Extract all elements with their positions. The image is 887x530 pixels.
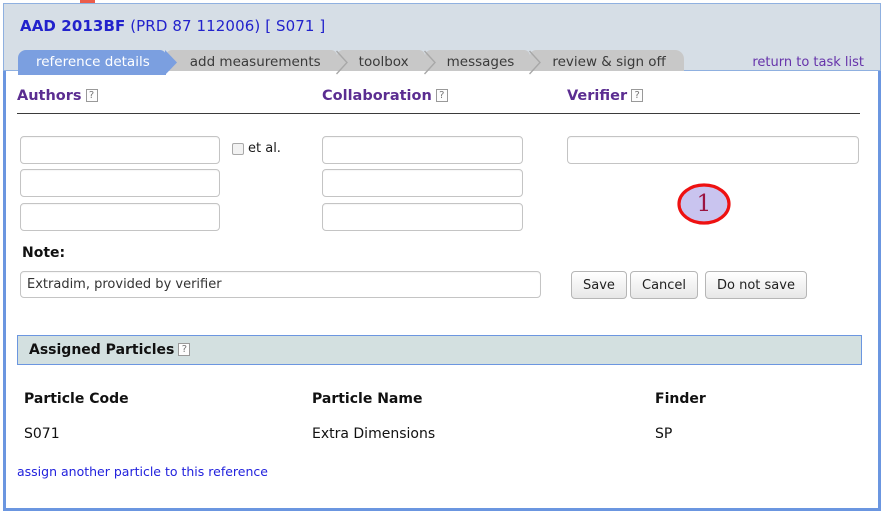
annotation-callout-1: 1 — [676, 182, 732, 226]
collaboration-input-2[interactable] — [322, 169, 523, 197]
column-header-particle-code: Particle Code — [24, 391, 129, 407]
chevron-right-icon — [164, 50, 177, 75]
verifier-input[interactable] — [567, 136, 859, 164]
tab-messages-label: messages — [446, 54, 515, 70]
save-button[interactable]: Save — [571, 271, 627, 299]
tab-reference-details-label: reference details — [36, 54, 150, 70]
verifier-heading-label: Verifier — [567, 88, 628, 104]
tab-toolbox-label: toolbox — [358, 54, 409, 70]
et-al-label: et al. — [248, 141, 281, 156]
headings-divider — [17, 113, 860, 114]
chevron-right-icon — [529, 50, 542, 75]
collaboration-input-3[interactable] — [322, 203, 523, 231]
reference-journal: (PRD 87 112006) — [130, 17, 261, 35]
note-input[interactable] — [20, 271, 541, 298]
table-row-cell-particle-code: S071 — [24, 426, 60, 442]
authors-heading: Authors? — [17, 88, 98, 104]
do-not-save-button[interactable]: Do not save — [705, 271, 807, 299]
tab-reference-details[interactable]: reference details — [18, 50, 177, 75]
return-to-task-list-link[interactable]: return to task list — [752, 55, 864, 70]
assigned-particles-title-wrap: Assigned Particles? — [29, 342, 191, 358]
chevron-right-icon — [423, 50, 436, 75]
form-headings-row: Authors? Collaboration? Verifier? — [17, 88, 862, 112]
help-icon[interactable]: ? — [631, 89, 644, 102]
help-icon[interactable]: ? — [85, 89, 98, 102]
assigned-particles-section-header: Assigned Particles? — [17, 335, 862, 365]
tab-add-measurements-label: add measurements — [189, 54, 321, 70]
collaboration-heading-label: Collaboration — [322, 88, 432, 104]
column-header-finder: Finder — [655, 391, 706, 407]
author-input-3[interactable] — [20, 203, 220, 231]
cancel-button[interactable]: Cancel — [630, 271, 699, 299]
table-row-cell-particle-name: Extra Dimensions — [312, 426, 436, 442]
column-header-particle-name: Particle Name — [312, 391, 423, 407]
collaboration-heading: Collaboration? — [322, 88, 448, 104]
et-al-checkbox-group[interactable]: et al. — [232, 141, 281, 156]
table-row-cell-finder: SP — [655, 426, 673, 442]
reference-header-bar: AAD 2013BF (PRD 87 112006) [ S071 ] refe… — [3, 3, 881, 75]
assigned-particles-title: Assigned Particles — [29, 342, 175, 358]
verifier-heading: Verifier? — [567, 88, 644, 104]
chevron-right-icon — [335, 50, 348, 75]
reference-title: AAD 2013BF (PRD 87 112006) [ S071 ] — [20, 17, 325, 35]
author-input-1[interactable] — [20, 136, 220, 164]
note-label: Note: — [22, 245, 66, 261]
reference-bracket-id: [ S071 ] — [265, 17, 326, 35]
author-input-2[interactable] — [20, 169, 220, 197]
et-al-checkbox[interactable] — [232, 142, 244, 155]
annotation-number: 1 — [696, 191, 712, 217]
help-icon[interactable]: ? — [435, 89, 448, 102]
assign-another-particle-link[interactable]: assign another particle to this referenc… — [17, 464, 268, 479]
app-page: AAD 2013BF (PRD 87 112006) [ S071 ] refe… — [0, 0, 887, 530]
reference-code: AAD 2013BF — [20, 17, 126, 35]
collaboration-input-1[interactable] — [322, 136, 523, 164]
tab-review-sign-off-label: review & sign off — [552, 54, 666, 70]
authors-heading-label: Authors — [17, 88, 82, 104]
help-icon[interactable]: ? — [178, 343, 191, 356]
